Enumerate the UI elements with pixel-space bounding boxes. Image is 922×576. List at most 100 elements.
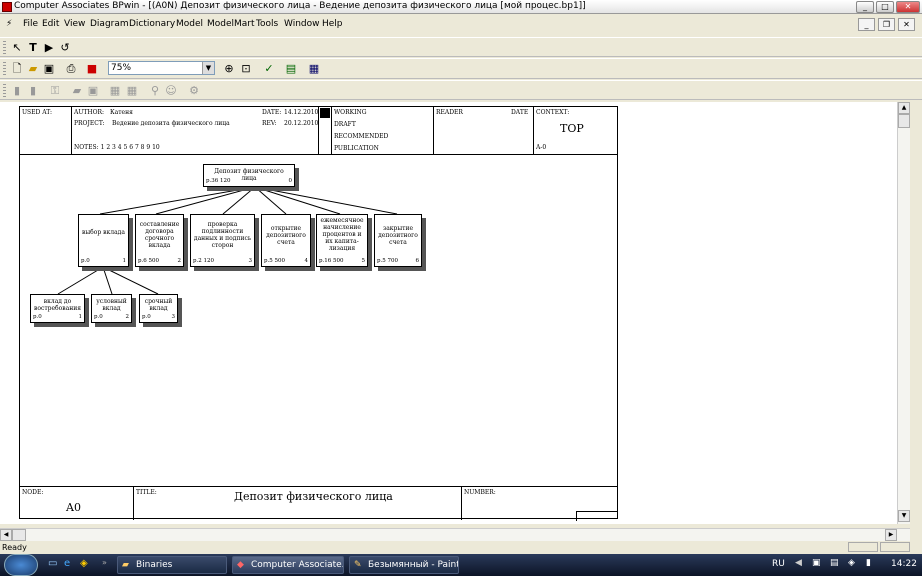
menu-edit[interactable]: Edit <box>42 19 59 29</box>
spell-check-icon[interactable]: ✓ <box>261 61 277 77</box>
modelmart-toolbar: ▮ ▮ ⚿ ▰ ▣ ▦ ▦ ⚲ ☺ ⚙ <box>0 80 922 100</box>
menu-modelmart[interactable]: ModelMart <box>207 19 255 29</box>
activity-number: 2 <box>125 314 130 320</box>
menu-tools[interactable]: Tools <box>256 19 278 29</box>
menu-dictionary[interactable]: Dictionary <box>129 19 175 29</box>
activity-cost: р.16 500 <box>319 258 344 264</box>
activity-box-6[interactable]: закрытие депозитного счета р.5 700 6 <box>374 214 422 267</box>
menu-model[interactable]: Model <box>176 19 203 29</box>
status-bar: Ready <box>0 541 922 553</box>
scroll-down-arrow-icon[interactable]: ▼ <box>898 510 910 522</box>
activity-number: 4 <box>304 258 309 264</box>
activity-cost: р.36 120 <box>206 178 231 184</box>
activity-box-5[interactable]: ежемесячное начисление процентов и их ка… <box>316 214 368 267</box>
volume-icon[interactable]: ◈ <box>848 558 855 568</box>
activity-cost: р.0 <box>33 314 42 320</box>
status-panel <box>848 542 878 552</box>
show-desktop-icon[interactable]: ▭ <box>48 558 57 569</box>
activity-text: вклад до востребования <box>33 298 82 312</box>
mm-disconnect-icon[interactable]: ▮ <box>25 83 41 99</box>
bpwin-icon: ◆ <box>237 560 244 570</box>
print-icon[interactable]: ⎙ <box>63 61 79 77</box>
zoom-fit-icon[interactable]: ⊡ <box>238 61 254 77</box>
activity-box-1-1[interactable]: вклад до востребования р.0 1 <box>30 294 85 323</box>
menu-view[interactable]: View <box>64 19 85 29</box>
close-button[interactable]: ✕ <box>896 1 920 13</box>
mdi-close-button[interactable]: ✕ <box>898 18 915 31</box>
menu-bar: ⚡ File Edit View Diagram Dictionary Mode… <box>0 17 922 33</box>
menu-help[interactable]: Help <box>322 19 343 29</box>
language-indicator[interactable]: RU <box>772 559 785 569</box>
activity-box-root[interactable]: Депозит физического лица р.36 120 0 <box>203 164 295 187</box>
task-bpwin[interactable]: ◆ Computer Associate... <box>232 556 344 574</box>
start-button[interactable] <box>4 554 38 576</box>
mm-lock-icon[interactable]: ⚿ <box>47 83 63 99</box>
menu-window[interactable]: Window <box>284 19 320 29</box>
text-tool-icon[interactable]: T <box>25 40 41 56</box>
network-icon[interactable]: ▤ <box>830 558 839 568</box>
undo-tool-icon[interactable]: ↺ <box>57 40 73 56</box>
internet-explorer-icon[interactable]: e <box>64 558 70 569</box>
activity-text: составление договора срочного вклада <box>139 221 180 249</box>
task-label: Безымянный - Paint <box>368 560 459 570</box>
mdi-restore-button[interactable]: ❐ <box>878 18 895 31</box>
activity-text: проверка подлинности данных и подпись ст… <box>193 221 252 249</box>
activity-number: 0 <box>288 178 293 184</box>
activity-box-1-2[interactable]: условный вклад р.0 2 <box>91 294 132 323</box>
activity-box-3[interactable]: проверка подлинности данных и подпись ст… <box>190 214 255 267</box>
report-icon[interactable]: ▦ <box>306 61 322 77</box>
chevron-down-icon[interactable]: ▼ <box>202 62 214 74</box>
activity-number: 3 <box>171 314 176 320</box>
scroll-right-arrow-icon[interactable]: ▶ <box>885 529 897 541</box>
menu-icon[interactable]: ⚡ <box>6 19 12 29</box>
color-icon[interactable]: ■ <box>84 61 100 77</box>
horizontal-scroll-thumb[interactable] <box>12 529 26 541</box>
mdi-minimize-button[interactable]: _ <box>858 18 875 31</box>
tray-app-icon[interactable]: ▣ <box>812 558 821 568</box>
switch-windows-icon[interactable]: ◈ <box>80 558 88 569</box>
power-icon[interactable]: ▮ <box>866 558 871 568</box>
open-folder-icon[interactable]: ▰ <box>25 61 41 77</box>
scroll-up-arrow-icon[interactable]: ▲ <box>898 102 910 114</box>
horizontal-scrollbar[interactable]: ◀ ▶ <box>0 528 910 541</box>
mm-grid-icon[interactable]: ▦ <box>124 83 140 99</box>
task-paint[interactable]: ✎ Безымянный - Paint <box>349 556 459 574</box>
activity-box-1[interactable]: выбор вклада р.0 1 <box>78 214 129 267</box>
activity-box-4[interactable]: открытие депозитного счета р.5 500 4 <box>261 214 311 267</box>
mm-connect-icon[interactable]: ▮ <box>9 83 25 99</box>
menu-file[interactable]: File <box>23 19 38 29</box>
zoom-value: 75% <box>111 63 132 73</box>
maximize-button[interactable]: □ <box>876 1 894 13</box>
new-file-icon[interactable]: 🗋 <box>9 61 25 77</box>
mm-admin-icon[interactable]: ⚙ <box>186 83 202 99</box>
activity-text: открытие депозитного счета <box>266 225 306 246</box>
mm-table-icon[interactable]: ▦ <box>107 83 123 99</box>
tray-arrow-icon[interactable]: ◀ <box>795 558 802 568</box>
task-binaries[interactable]: ▰ Binaries <box>117 556 227 574</box>
mm-open-icon[interactable]: ▰ <box>69 83 85 99</box>
activity-box-2[interactable]: составление договора срочного вклада р.6… <box>135 214 184 267</box>
model-explorer-icon[interactable]: ▤ <box>283 61 299 77</box>
arrow-tool-icon[interactable]: ▶ <box>41 40 57 56</box>
activity-cost: р.5 700 <box>377 258 399 264</box>
mm-users-icon[interactable]: ☺ <box>163 83 179 99</box>
activity-cost: р.6 500 <box>138 258 160 264</box>
activity-number: 1 <box>122 258 127 264</box>
vertical-scrollbar[interactable]: ▲ ▼ <box>897 102 910 524</box>
zoom-in-icon[interactable]: ⊕ <box>221 61 237 77</box>
activity-cost: р.0 <box>142 314 151 320</box>
activity-cost: р.5 500 <box>264 258 286 264</box>
pointer-tool-icon[interactable]: ↖ <box>9 40 25 56</box>
quicklaunch-more-icon[interactable]: » <box>102 558 107 567</box>
mm-find-icon[interactable]: ⚲ <box>147 83 163 99</box>
save-icon[interactable]: ▣ <box>41 61 57 77</box>
vertical-scroll-thumb[interactable] <box>898 114 910 128</box>
activity-box-1-3[interactable]: срочный вклад р.0 3 <box>139 294 178 323</box>
zoom-select[interactable]: 75% ▼ <box>108 61 215 75</box>
mm-save-icon[interactable]: ▣ <box>85 83 101 99</box>
menu-diagram[interactable]: Diagram <box>90 19 129 29</box>
minimize-button[interactable]: _ <box>856 1 874 13</box>
status-panel <box>880 542 910 552</box>
clock[interactable]: 14:22 <box>891 559 917 569</box>
scroll-left-arrow-icon[interactable]: ◀ <box>0 529 12 541</box>
